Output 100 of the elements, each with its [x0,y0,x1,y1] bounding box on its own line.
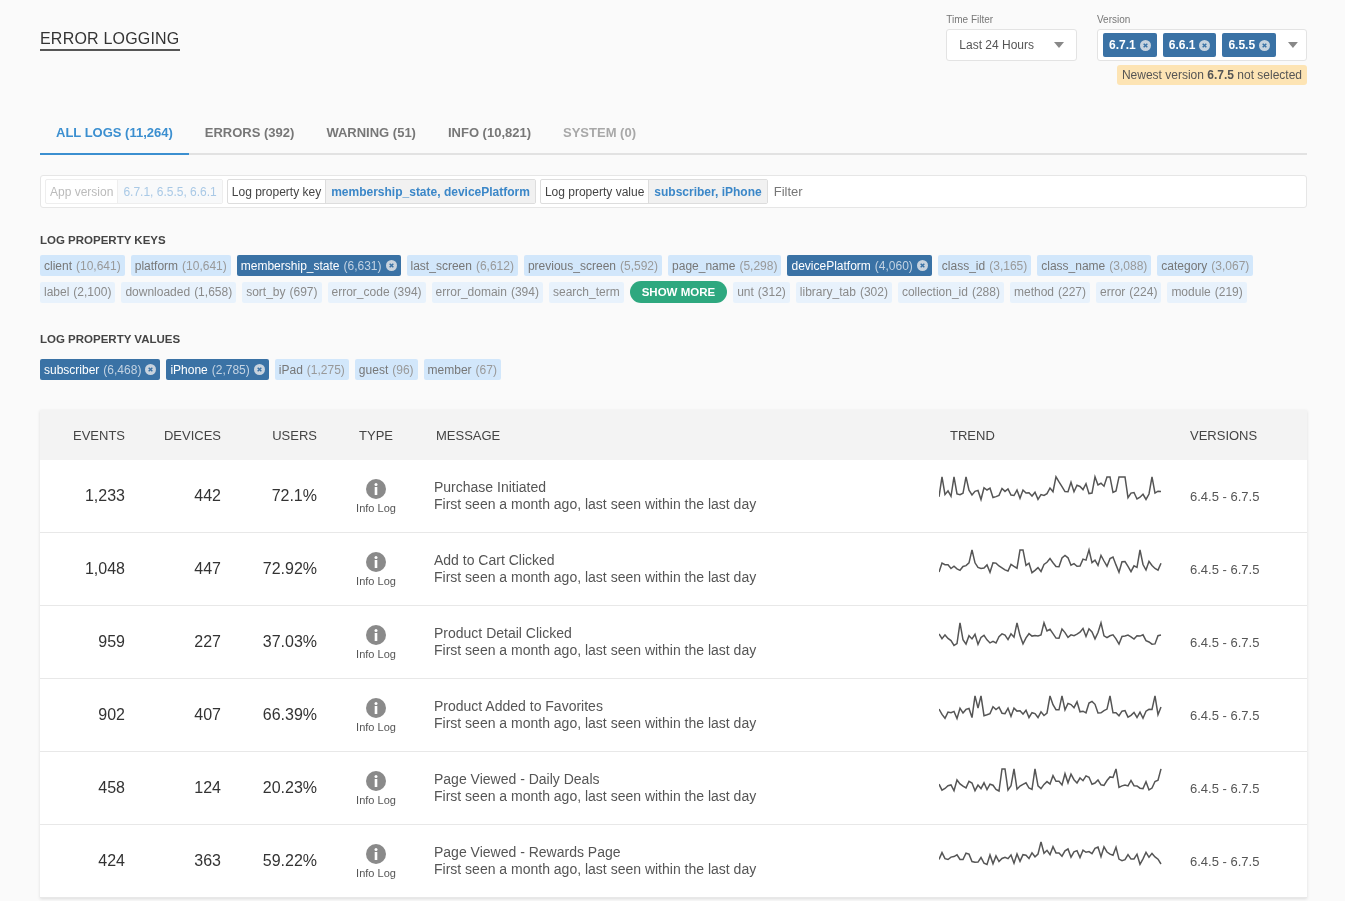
section-heading: LOG PROPERTY KEYS [40,234,167,246]
table-cell-text: 407 [193,706,222,724]
table-cell-text: 124 [193,779,222,797]
table-cell-text: 1,048 [83,560,126,578]
filter-chip[interactable]: iPad (1,275) [274,359,349,380]
tab[interactable]: ERRORS (392) [188,113,311,155]
filter-key: Log property key [227,180,326,203]
filter-chip[interactable]: module (219) [1167,281,1247,303]
filter-chip[interactable]: label (2,100) [40,281,116,303]
message-text: Page Viewed - Daily Deals First seen a month ago, last seen within the last day [433,771,758,805]
remove-icon[interactable] [1199,39,1211,51]
version-chip[interactable]: 6.5.5 [1222,33,1277,57]
column-header: EVENTS [72,427,126,443]
type-label: Info Log [356,647,396,660]
message-text: Page Viewed - Rewards Page First seen a month ago, last seen within the last day [433,844,758,878]
table-cell-text: 227 [193,633,222,651]
caret-icon [1288,42,1298,48]
remove-icon[interactable] [385,260,397,271]
column-header: USERS [271,427,318,443]
column-header: VERSIONS [1189,427,1259,443]
table-cell-text: 59.22% [261,852,318,870]
info-icon [366,843,386,864]
filter-chip[interactable]: client (10,641) [40,255,125,276]
filter-chip[interactable]: method (227) [1009,281,1090,303]
remove-icon[interactable] [916,260,928,271]
info-icon [366,624,386,645]
type-label: Info Log [356,501,396,514]
remove-icon[interactable] [253,364,265,375]
filter-value[interactable]: membership_state, devicePlatform [325,180,535,203]
filter-value[interactable]: subscriber, iPhone [648,180,767,203]
field-label: Time Filter [946,14,994,25]
type-label: Info Log [356,720,396,733]
tab[interactable]: ALL LOGS (11,264) [40,113,189,155]
type-label: Info Log [356,574,396,587]
tab[interactable]: INFO (10,821) [431,113,548,155]
column-header: DEVICES [162,427,222,443]
filter-chip[interactable]: collection_id (288) [897,281,1004,303]
time-filter-dropdown[interactable]: Last 24 Hours [946,29,1077,61]
remove-icon[interactable] [1139,39,1151,51]
table-cell-text: 72.92% [261,560,318,578]
filter-chip[interactable]: devicePlatform (4,060) [787,255,932,276]
table-cell-text: 458 [97,779,126,797]
type-label: Info Log [356,866,396,879]
filter-chip[interactable]: platform (10,641) [130,255,231,276]
caret-icon [1054,42,1064,48]
message-text: Product Added to Favorites First seen a month ago, last seen within the last day [433,698,758,732]
table-cell-text: 363 [193,852,222,870]
version-chip[interactable]: 6.6.1 [1162,33,1217,57]
filter-chip[interactable]: subscriber (6,468) [40,359,161,380]
filter-chip[interactable]: membership_state (6,631) [236,255,401,276]
version-notice: Newest version 6.7.5 not selected [1116,65,1307,85]
remove-icon[interactable] [145,364,157,375]
table-cell-text: 424 [97,852,126,870]
field-label: Version [1097,14,1131,25]
table-cell-text: 6.4.5 - 6.7.5 [1189,780,1261,796]
filter-chip[interactable]: page_name (5,298) [668,255,782,276]
filter-chip[interactable]: sort_by (697) [242,281,322,303]
message-text: Product Detail Clicked First seen a month ago, last seen within the last day [433,625,758,659]
table-cell-text: 442 [193,487,222,505]
table-cell-text: 72.1% [270,487,318,505]
column-header: TYPE [358,427,394,443]
filter-chip[interactable]: search_term [548,281,624,303]
filter-chip[interactable]: error_domain (394) [431,281,543,303]
filter-chip[interactable]: class_id (3,165) [937,255,1032,276]
filter-chip[interactable]: previous_screen (5,592) [523,255,663,276]
version-chip[interactable]: 6.7.1 [1103,33,1157,57]
filter-chip[interactable]: error_code (394) [327,281,426,303]
table-cell-text: 6.4.5 - 6.7.5 [1189,707,1261,723]
table-cell-text: 20.23% [261,779,318,797]
filter-chip[interactable]: iPhone (2,785) [166,359,269,380]
filter-chip[interactable]: unt (312) [733,281,790,303]
tab[interactable]: WARNING (51) [310,113,432,155]
filter-chip[interactable]: class_name (3,088) [1037,255,1152,276]
table-cell-text: 6.4.5 - 6.7.5 [1189,488,1261,504]
info-icon [366,478,386,499]
remove-icon[interactable] [1259,39,1271,51]
info-icon [366,697,386,718]
table-cell-text: 6.4.5 - 6.7.5 [1189,561,1261,577]
version-select[interactable]: 6.7.1 6.6.1 6.5.5 [1097,29,1307,61]
table-cell-text: 37.03% [261,633,318,651]
filter-chip[interactable]: last_screen (6,612) [406,255,518,276]
table-cell-text: 1,233 [83,487,126,505]
table-cell-text: 902 [97,706,126,724]
filter-chip[interactable]: category (3,067) [1157,255,1254,276]
table-cell-text: 6.4.5 - 6.7.5 [1189,634,1261,650]
show-more-button[interactable]: SHOW MORE [629,281,728,303]
filter-chip[interactable]: library_tab (302) [795,281,892,303]
filter-chip[interactable]: guest (96) [354,359,418,380]
filter-chip[interactable]: downloaded (1,658) [121,281,237,303]
info-icon [366,770,386,791]
message-text: Purchase Initiated First seen a month ago, last seen within the last day [433,479,758,513]
column-header: TREND [949,427,996,443]
page-title: ERROR LOGGING [40,30,180,51]
filter-chip[interactable]: member (67) [423,359,501,380]
info-icon [366,551,386,572]
table-cell-text: 447 [193,560,222,578]
filter-key: Log property value [540,180,649,203]
filter-chip[interactable]: error (224) [1096,281,1162,303]
table-cell-text: 6.4.5 - 6.7.5 [1189,853,1261,869]
message-text: Add to Cart Clicked First seen a month ago, last seen within the last day [433,552,758,586]
